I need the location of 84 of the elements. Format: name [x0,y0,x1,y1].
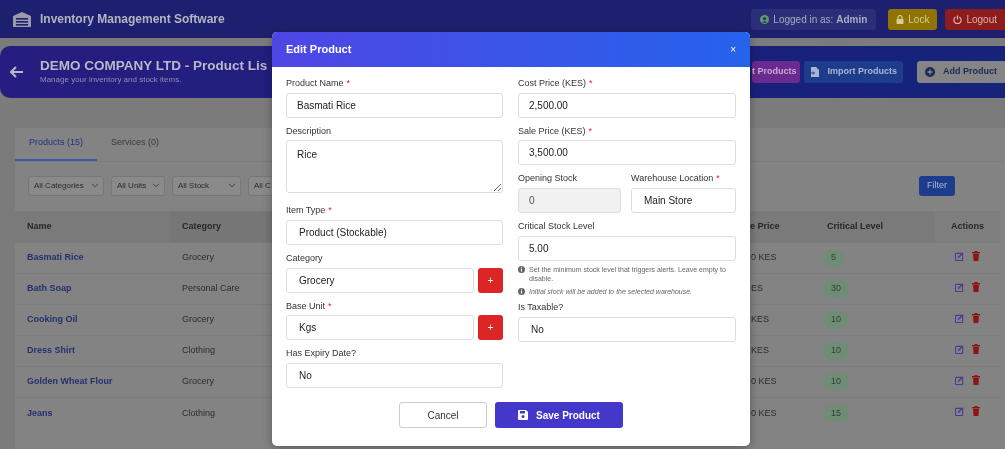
export-products-button[interactable]: t Products [751,61,801,83]
required-mark: * [328,205,332,216]
file-import-icon [810,67,820,77]
field-label: Is Taxable? [518,302,564,313]
field-label: Warehouse Location [631,173,714,184]
trash-icon[interactable] [972,344,980,354]
input-field[interactable]: Basmati Rice [286,92,503,118]
field-label: Cost Price (KES) [518,78,586,88]
input-field[interactable]: 5.00 [518,235,736,261]
filter-dropdown[interactable]: All Units [111,175,165,196]
save-button[interactable]: Save Product [495,402,623,429]
warehouse-icon [12,11,32,27]
lock-icon [896,14,905,24]
user-icon [760,14,770,24]
required-mark: * [328,300,332,311]
required-mark: * [589,78,593,88]
back-arrow-icon[interactable] [10,66,24,78]
save-icon [518,410,529,421]
select-field[interactable]: No [286,363,503,389]
filter-dropdown[interactable]: All Stock [172,175,241,196]
edit-icon[interactable] [955,282,964,292]
trash-icon[interactable] [972,406,980,417]
edit-icon[interactable] [955,344,964,354]
power-icon [953,14,963,24]
field-label: Product Name [286,78,344,88]
logout-button[interactable]: Logout [945,8,1005,30]
page-title: DEMO COMPANY LTD - Product Lis [40,57,268,75]
plus-circle-icon [925,67,935,77]
field-label: Description [286,125,332,136]
critical-level-badge: 10 [823,311,849,329]
user-label: Logged in as: Admin [773,12,868,27]
field-label: Critical Stock Level [518,221,595,232]
critical-level-badge: 10 [823,342,849,360]
trash-icon[interactable] [972,282,980,292]
column-header: e Price [750,210,815,243]
input-field[interactable]: 3,500.00 [518,140,736,166]
column-header: Name [15,210,170,243]
select-field[interactable]: Product (Stockable) [286,220,503,246]
product-name-link[interactable]: Basmati Rice [27,252,84,263]
filter-button[interactable]: Filter [919,175,955,196]
dialog-title: Edit Product [286,42,352,58]
text-area[interactable]: Rice [286,140,503,194]
critical-level-badge: 10 [823,373,849,391]
trash-icon[interactable] [972,375,980,385]
close-button[interactable]: × [730,42,736,57]
add-button[interactable]: + [478,315,503,341]
lock-button[interactable]: Lock [888,8,938,30]
critical-level-badge: 15 [823,404,849,422]
edit-icon[interactable] [955,251,964,261]
column-header: Critical Level [815,210,935,243]
product-name-link[interactable]: Golden Wheat Flour [27,376,113,387]
import-products-button[interactable]: Import Products [804,61,903,83]
product-name-link[interactable]: Cooking Oil [27,314,78,325]
add-products-button[interactable]: Add Product [917,61,1005,83]
edit-icon[interactable] [955,313,964,323]
trash-icon[interactable] [972,313,980,323]
select-field[interactable]: Grocery [286,267,474,293]
edit-icon[interactable] [955,406,964,416]
product-name-link[interactable]: Bath Soap [27,283,72,294]
tab[interactable]: Services (0) [97,128,174,161]
select-field[interactable]: Main Store [631,188,736,214]
cancel-button[interactable]: Cancel [399,402,487,429]
select-field[interactable]: Kgs [286,315,474,341]
required-mark: * [346,78,351,88]
trash-icon[interactable] [972,251,980,261]
critical-level-badge: 5 [823,249,844,267]
product-name-link[interactable]: Dress Shirt [27,345,76,356]
required-mark: * [588,125,593,136]
add-button[interactable]: + [478,267,503,293]
input-field[interactable]: 2,500.00 [518,92,736,118]
product-name-link[interactable]: Jeans [27,407,53,418]
field-label: Sale Price (KES) [518,125,586,136]
field-label: Opening Stock [518,173,578,184]
critical-level-badge: 30 [823,280,849,298]
info-icon [518,265,525,273]
tab[interactable]: Products (15) [15,128,98,161]
filter-dropdown[interactable]: All Categories [28,175,104,196]
page-subtitle: Manage your inventory and stock items. [40,74,182,87]
info-icon [518,287,525,295]
required-mark: * [716,173,720,184]
select-field[interactable]: No [518,316,736,342]
column-header: Actions [935,210,1000,243]
edit-icon[interactable] [955,375,964,385]
app-title: Inventory Management Software [40,11,225,28]
